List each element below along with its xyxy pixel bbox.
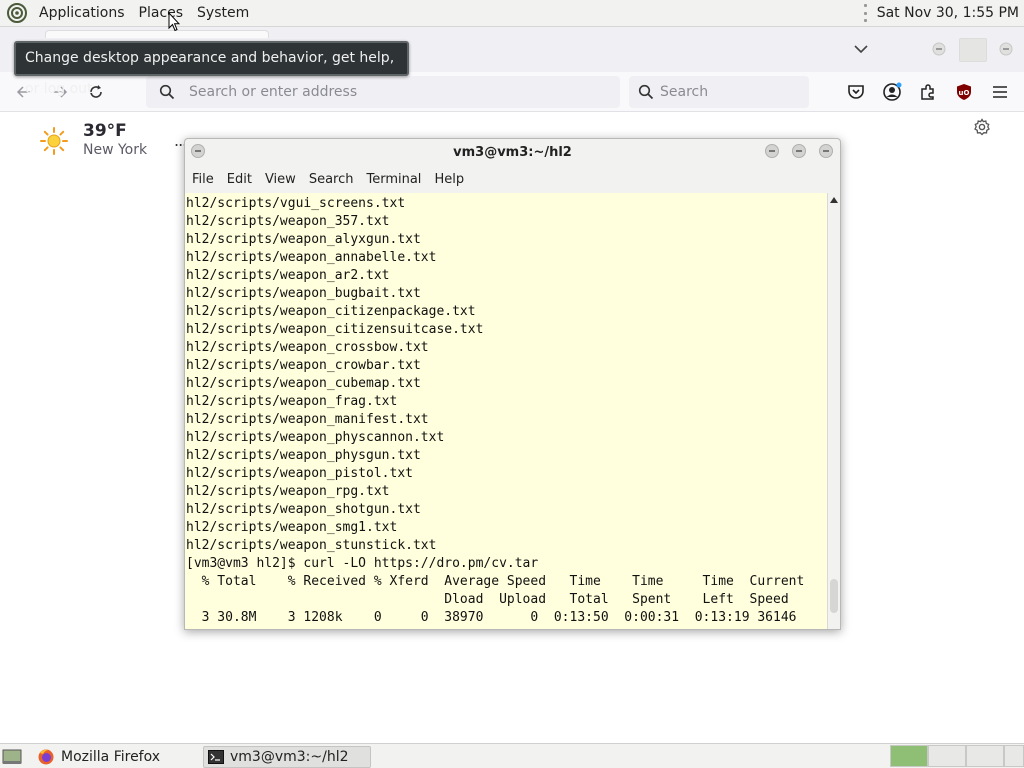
maximize-button[interactable] [792,144,806,158]
terminal-line: hl2/scripts/weapon_shotgun.txt [186,502,421,517]
top-panel: Applications Places System Sat Nov 30, 1… [0,0,1024,27]
terminal-line: hl2/scripts/weapon_rpg.txt [186,484,390,499]
terminal-line: hl2/scripts/weapon_pistol.txt [186,466,413,481]
svg-text:uO: uO [959,89,970,97]
maximize-button[interactable] [959,38,987,62]
taskbar-item-terminal[interactable]: vm3@vm3:~/hl2 [203,746,371,768]
terminal-line: hl2/scripts/weapon_cubemap.txt [186,376,421,391]
applications-menu[interactable]: Applications [32,0,132,27]
ublock-origin-icon[interactable]: uO [954,82,974,102]
show-desktop-icon[interactable] [2,746,22,768]
bottom-panel: Mozilla Firefox vm3@vm3:~/hl2 [0,743,1024,768]
curl-progress-line: 3 30.8M 3 1208k 0 0 38970 0 0:13:50 0:00… [186,610,797,625]
weather-location: New York [83,142,148,158]
clock[interactable]: Sat Nov 30, 1:55 PM [877,5,1019,21]
terminal-line: hl2/scripts/weapon_crossbow.txt [186,340,429,355]
minimize-button[interactable] [765,144,779,158]
terminal-line: hl2/scripts/weapon_stunstick.txt [186,538,437,553]
system-menu-tooltip: Change desktop appearance and behavior, … [14,41,409,97]
menu-help[interactable]: Help [427,169,470,191]
terminal-icon [208,750,224,764]
weather-temperature: 39°F [83,121,127,141]
terminal-line: hl2/scripts/weapon_physgun.txt [186,448,421,463]
menu-search[interactable]: Search [302,169,360,191]
menu-terminal[interactable]: Terminal [359,169,427,191]
terminal-line: hl2/scripts/weapon_citizensuitcase.txt [186,322,484,337]
terminal-titlebar[interactable]: vm3@vm3:~/hl2 [185,139,840,167]
terminal-prompt-line: [vm3@vm3 hl2]$ curl -LO https://dro.pm/c… [186,556,539,571]
terminal-menubar: File Edit View Search Terminal Help [185,169,470,191]
curl-progress-header: % Total % Received % Xferd Average Speed… [186,574,805,589]
terminal-line: hl2/scripts/weapon_alyxgun.txt [186,232,421,247]
workspace-4[interactable] [1004,745,1024,767]
scrollbar-thumb[interactable] [830,579,838,613]
system-menu[interactable]: System [190,0,256,27]
account-icon[interactable] [882,82,902,102]
terminal-line: hl2/scripts/weapon_bugbait.txt [186,286,421,301]
weather-widget[interactable]: 39°F New York ... [38,121,187,159]
terminal-line: hl2/scripts/weapon_physcannon.txt [186,430,445,445]
search-bar[interactable]: Search [629,76,809,108]
terminal-line: hl2/scripts/weapon_manifest.txt [186,412,429,427]
search-icon [159,84,175,100]
terminal-window[interactable]: vm3@vm3:~/hl2 File Edit View Search Term… [184,138,841,630]
terminal-title: vm3@vm3:~/hl2 [453,145,572,160]
address-placeholder: Search or enter address [189,84,358,100]
search-icon [638,84,654,100]
hamburger-menu-icon[interactable] [990,82,1010,102]
terminal-scrollbar[interactable] [827,193,840,629]
close-button[interactable] [819,144,833,158]
curl-progress-header: Dload Upload Total Spent Left Speed [186,592,789,607]
tab[interactable] [45,30,269,38]
pocket-icon[interactable] [846,82,866,102]
search-placeholder: Search [660,84,709,100]
terminal-line: hl2/scripts/weapon_frag.txt [186,394,398,409]
sun-icon [40,127,68,155]
terminal-line: hl2/scripts/vgui_screens.txt [186,196,406,211]
places-menu[interactable]: Places [132,0,191,27]
terminal-line: hl2/scripts/weapon_smg1.txt [186,520,398,535]
terminal-line: hl2/scripts/weapon_357.txt [186,214,390,229]
distro-logo-icon[interactable] [7,3,27,23]
firefox-icon [38,749,54,765]
gear-icon[interactable] [973,118,991,136]
terminal-line: hl2/scripts/weapon_citizenpackage.txt [186,304,476,319]
close-window-button[interactable] [998,41,1014,56]
workspace-1[interactable] [890,745,928,767]
taskbar-label: vm3@vm3:~/hl2 [230,749,349,765]
address-bar[interactable]: Search or enter address [146,76,620,108]
terminal-line: hl2/scripts/weapon_ar2.txt [186,268,390,283]
workspace-3[interactable] [966,745,1004,767]
menu-view[interactable]: View [258,169,302,191]
terminal-line: hl2/scripts/weapon_annabelle.txt [186,250,437,265]
menu-file[interactable]: File [185,169,220,191]
taskbar-item-firefox[interactable]: Mozilla Firefox [31,746,197,768]
terminal-line: hl2/scripts/weapon_crowbar.txt [186,358,421,373]
scroll-up-arrow-icon[interactable] [830,197,838,203]
taskbar-label: Mozilla Firefox [61,749,161,765]
extensions-icon[interactable] [918,82,938,102]
terminal-output[interactable]: hl2/scripts/vgui_screens.txt hl2/scripts… [185,193,827,629]
panel-handle[interactable] [863,4,868,22]
list-all-tabs-chevron-down-icon[interactable] [852,41,870,57]
workspace-2[interactable] [928,745,966,767]
menu-edit[interactable]: Edit [220,169,258,191]
mouse-cursor-icon [168,12,180,32]
minimize-button[interactable] [931,41,947,56]
navigation-toolbar: Search or enter address Search uO [0,72,1024,112]
